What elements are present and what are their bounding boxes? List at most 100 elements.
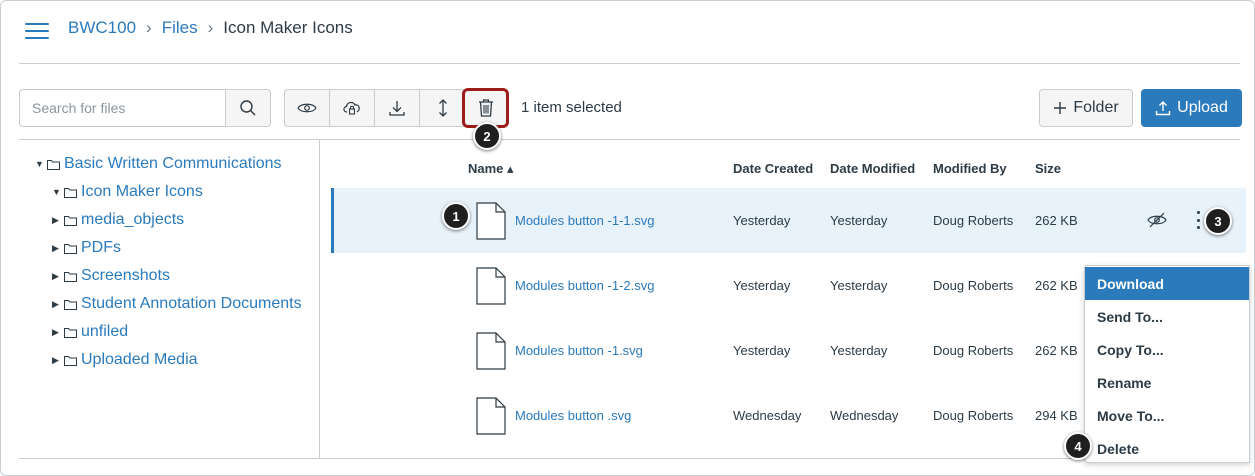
- file-size: 262 KB: [1035, 278, 1078, 293]
- menu-item-download[interactable]: Download: [1085, 267, 1249, 300]
- breadcrumb-course-link[interactable]: BWC100: [68, 18, 136, 38]
- plus-icon: [1054, 102, 1067, 114]
- column-header-modified-by[interactable]: Modified By: [933, 161, 1007, 176]
- breadcrumb: BWC100 › Files › Icon Maker Icons: [68, 18, 353, 38]
- preview-button[interactable]: [285, 90, 330, 126]
- toolbar-divider: [19, 139, 1240, 140]
- modified-by: Doug Roberts: [933, 278, 1014, 293]
- folder-icon: [64, 271, 77, 282]
- manage-access-button[interactable]: [330, 90, 375, 126]
- collapsed-triangle-icon[interactable]: ▶: [52, 355, 62, 366]
- menu-item-copy-to[interactable]: Copy To...: [1085, 333, 1249, 366]
- upload-button[interactable]: Upload: [1141, 89, 1242, 127]
- upload-icon: [1155, 101, 1171, 116]
- date-modified: Yesterday: [830, 278, 888, 293]
- tree-item-label: media_objects: [81, 211, 185, 228]
- tree-item-label: Basic Written Communications: [64, 155, 282, 172]
- tree-item-media-objects[interactable]: ▶ media_objects: [52, 211, 184, 229]
- modified-by: Doug Roberts: [933, 213, 1014, 228]
- column-header-size[interactable]: Size: [1035, 161, 1061, 176]
- expanded-triangle-icon[interactable]: ▼: [52, 187, 62, 197]
- callout-2: 2: [473, 122, 501, 150]
- date-modified: Wednesday: [830, 408, 899, 423]
- more-options-kebab-icon[interactable]: [1193, 209, 1203, 231]
- add-folder-button[interactable]: Folder: [1039, 89, 1133, 127]
- tree-item-label: Uploaded Media: [81, 351, 198, 368]
- download-icon: [389, 101, 405, 116]
- tree-item-label: Icon Maker Icons: [81, 183, 203, 200]
- tree-item-student-annotation-documents[interactable]: ▶ Student Annotation Documents: [52, 295, 302, 313]
- move-button[interactable]: [420, 90, 465, 126]
- tree-item-basic-written-communications[interactable]: ▼ Basic Written Communications: [35, 155, 282, 173]
- callout-3: 3: [1204, 207, 1232, 235]
- expanded-triangle-icon[interactable]: ▼: [35, 159, 45, 169]
- tree-item-label: PDFs: [81, 239, 121, 256]
- trash-icon: [478, 99, 493, 117]
- tree-item-label: unfiled: [81, 323, 129, 340]
- tree-item-label: Screenshots: [81, 267, 170, 284]
- tree-item-uploaded-media[interactable]: ▶ Uploaded Media: [52, 351, 198, 369]
- menu-item-delete[interactable]: Delete: [1085, 432, 1249, 465]
- menu-item-send-to[interactable]: Send To...: [1085, 300, 1249, 333]
- bottom-divider: [19, 458, 1240, 459]
- modified-by: Doug Roberts: [933, 408, 1014, 423]
- tree-item-pdfs[interactable]: ▶ PDFs: [52, 239, 121, 257]
- collapsed-triangle-icon[interactable]: ▶: [52, 215, 62, 226]
- date-created: Yesterday: [733, 278, 791, 293]
- unpublished-eye-off-icon[interactable]: [1147, 212, 1167, 228]
- breadcrumb-separator: ›: [146, 18, 152, 37]
- date-modified: Yesterday: [830, 213, 888, 228]
- file-icon: [476, 397, 506, 435]
- date-created: Yesterday: [733, 213, 791, 228]
- menu-item-rename[interactable]: Rename: [1085, 366, 1249, 399]
- download-button[interactable]: [375, 90, 420, 126]
- hamburger-menu-icon[interactable]: [25, 21, 49, 41]
- search-button[interactable]: [226, 90, 270, 126]
- breadcrumb-current: Icon Maker Icons: [223, 18, 353, 37]
- folder-icon: [64, 243, 77, 254]
- selection-count: 1 item selected: [521, 99, 622, 116]
- modified-by: Doug Roberts: [933, 343, 1014, 358]
- file-icon: [476, 332, 506, 370]
- tree-item-screenshots[interactable]: ▶ Screenshots: [52, 267, 170, 285]
- tree-item-label: Student Annotation Documents: [81, 295, 302, 312]
- breadcrumb-separator: ›: [207, 18, 214, 37]
- eye-icon: [297, 103, 317, 113]
- file-icon: [476, 267, 506, 305]
- folder-icon: [47, 159, 60, 170]
- date-modified: Yesterday: [830, 343, 888, 358]
- menu-item-move-to[interactable]: Move To...: [1085, 399, 1249, 432]
- upload-label: Upload: [1177, 99, 1228, 116]
- tree-item-icon-maker-icons[interactable]: ▼ Icon Maker Icons: [52, 183, 203, 201]
- file-name-link[interactable]: Modules button -1.svg: [515, 343, 643, 358]
- collapsed-triangle-icon[interactable]: ▶: [52, 271, 62, 282]
- files-page: BWC100 › Files › Icon Maker Icons 1 item…: [0, 0, 1255, 476]
- file-size: 262 KB: [1035, 213, 1078, 228]
- file-icon: [476, 202, 506, 240]
- breadcrumb-files-link[interactable]: Files: [162, 18, 198, 38]
- folder-icon: [64, 215, 77, 226]
- header-divider: [19, 63, 1240, 64]
- column-header-name[interactable]: Name ▴: [468, 161, 514, 177]
- collapsed-triangle-icon[interactable]: ▶: [52, 299, 62, 310]
- folder-icon: [64, 299, 77, 310]
- callout-1: 1: [442, 202, 470, 230]
- add-folder-label: Folder: [1073, 99, 1119, 116]
- file-size: 294 KB: [1035, 408, 1078, 423]
- collapsed-triangle-icon[interactable]: ▶: [52, 243, 62, 254]
- search-box: [19, 89, 271, 127]
- column-header-date-modified[interactable]: Date Modified: [830, 161, 915, 176]
- folder-icon: [64, 187, 77, 198]
- file-size: 262 KB: [1035, 343, 1078, 358]
- tree-item-unfiled[interactable]: ▶ unfiled: [52, 323, 128, 341]
- column-header-date-created[interactable]: Date Created: [733, 161, 813, 176]
- file-name-link[interactable]: Modules button -1-1.svg: [515, 213, 654, 228]
- collapsed-triangle-icon[interactable]: ▶: [52, 327, 62, 338]
- cloud-lock-icon: [343, 101, 360, 115]
- move-icon: [438, 99, 447, 117]
- file-name-link[interactable]: Modules button .svg: [515, 408, 631, 423]
- file-name-link[interactable]: Modules button -1-2.svg: [515, 278, 654, 293]
- folder-icon: [64, 327, 77, 338]
- search-input[interactable]: [20, 90, 226, 126]
- date-created: Wednesday: [733, 408, 802, 423]
